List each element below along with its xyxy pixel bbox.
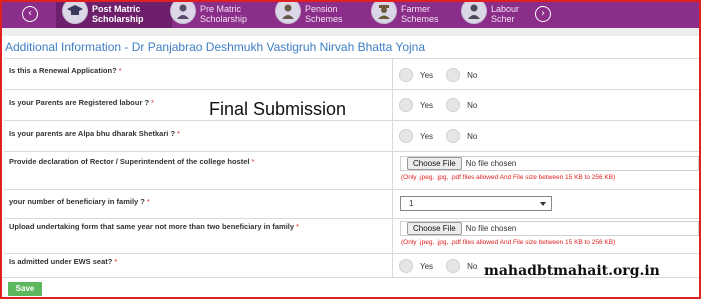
parents-labour-no-radio[interactable] <box>446 98 461 112</box>
parents-labour-radio-group: Yes No <box>399 98 490 112</box>
final-submission-caption: Final Submission <box>209 99 347 119</box>
question-label: Is your Parents are Registered labour ? * <box>9 98 154 107</box>
question-text: Is admitted under EWS seat? <box>9 257 113 266</box>
graduate-icon <box>62 2 88 24</box>
nav-separator <box>2 28 699 36</box>
section-heading: Additional Information - Dr Panjabrao De… <box>5 40 426 54</box>
form-footer <box>2 277 699 297</box>
column-divider <box>392 121 393 151</box>
choose-file-button[interactable]: Choose File <box>407 157 462 170</box>
question-text: Upload undertaking form that same year n… <box>9 222 295 231</box>
nav-label: Farmer Schemes <box>401 4 439 24</box>
nav-next-icon[interactable]: › <box>535 6 551 22</box>
beneficiary-count-select[interactable]: 1 <box>400 196 552 211</box>
file-status: No file chosen <box>465 224 517 233</box>
nav-label: Labour Scher <box>491 4 520 24</box>
radio-label-yes: Yes <box>420 70 434 80</box>
ews-yes-radio[interactable] <box>399 259 413 273</box>
file-size-note: (Only .jpeg, .jpg, .pdf files allowed An… <box>401 174 616 181</box>
nav-item-labour[interactable]: Labour Scher <box>461 2 529 28</box>
nav-item-farmer[interactable]: Farmer Schemes <box>371 2 465 28</box>
alpa-bhu-no-radio[interactable] <box>446 129 461 143</box>
nav-label: Pension Schemes <box>305 4 343 24</box>
question-row-renewal: Is this a Renewal Application? * Yes No <box>4 58 699 89</box>
question-row-beneficiary: your number of beneficiary in family ? * … <box>4 189 699 218</box>
parents-labour-yes-radio[interactable] <box>399 98 413 112</box>
radio-label-yes: Yes <box>420 131 434 141</box>
required-marker: * <box>118 66 122 75</box>
question-label: Provide declaration of Rector / Superint… <box>9 157 254 166</box>
radio-label-no: No <box>467 100 478 110</box>
radio-label-no: No <box>467 261 478 271</box>
required-marker: * <box>114 257 118 266</box>
column-divider <box>392 254 393 277</box>
nav-label: Post Matric Scholarship <box>92 4 144 24</box>
question-row-declaration: Provide declaration of Rector / Superint… <box>4 151 699 189</box>
ews-no-radio[interactable] <box>446 259 461 273</box>
required-marker: * <box>146 197 150 206</box>
question-text: Provide declaration of Rector / Superint… <box>9 157 250 166</box>
choose-file-button[interactable]: Choose File <box>407 222 462 235</box>
question-label: your number of beneficiary in family ? * <box>9 197 150 206</box>
question-label: Upload undertaking form that same year n… <box>9 222 299 231</box>
undertaking-file-input[interactable]: Choose File No file chosen <box>400 221 699 236</box>
column-divider <box>392 59 393 89</box>
chevron-down-icon <box>540 202 546 206</box>
required-marker: * <box>296 222 299 231</box>
renewal-no-radio[interactable] <box>446 68 461 82</box>
scheme-nav-bar: ‹ Post Matric Scholarship Pre Matric Sch… <box>2 2 699 28</box>
file-size-note: (Only .jpeg, .jpg, .pdf files allowed An… <box>401 239 616 246</box>
file-status: No file chosen <box>465 159 517 168</box>
question-label: Is admitted under EWS seat? * <box>9 257 117 266</box>
nav-item-post-matric[interactable]: Post Matric Scholarship <box>56 2 172 28</box>
student-icon <box>170 2 196 24</box>
nav-label: Pre Matric Scholarship <box>200 4 248 24</box>
renewal-radio-group: Yes No <box>399 68 490 82</box>
column-divider <box>392 219 393 253</box>
elder-icon <box>275 2 301 24</box>
radio-label-yes: Yes <box>420 261 434 271</box>
question-text: Is your parents are Alpa bhu dharak Shet… <box>9 129 176 138</box>
question-row-parents-labour: Is your Parents are Registered labour ? *… <box>4 89 699 120</box>
nav-item-pension[interactable]: Pension Schemes <box>275 2 375 28</box>
question-row-alpa-bhu: Is your parents are Alpa bhu dharak Shet… <box>4 120 699 151</box>
save-button[interactable]: Save <box>8 282 42 296</box>
question-label: Is your parents are Alpa bhu dharak Shet… <box>9 129 180 138</box>
labour-icon <box>461 2 487 24</box>
radio-label-no: No <box>467 131 478 141</box>
declaration-file-input[interactable]: Choose File No file chosen <box>400 156 699 171</box>
nav-prev-icon[interactable]: ‹ <box>22 6 38 22</box>
radio-label-yes: Yes <box>420 100 434 110</box>
nav-item-pre-matric[interactable]: Pre Matric Scholarship <box>170 2 278 28</box>
farmer-icon <box>371 2 397 24</box>
column-divider <box>392 90 393 120</box>
renewal-yes-radio[interactable] <box>399 68 413 82</box>
question-text: Is this a Renewal Application? <box>9 66 117 75</box>
select-value: 1 <box>409 199 414 208</box>
alpa-bhu-yes-radio[interactable] <box>399 129 413 143</box>
required-marker: * <box>177 129 180 138</box>
question-text: your number of beneficiary in family ? <box>9 197 145 206</box>
radio-label-no: No <box>467 70 478 80</box>
required-marker: * <box>151 98 154 107</box>
required-marker: * <box>251 157 255 166</box>
question-row-undertaking: Upload undertaking form that same year n… <box>4 218 699 253</box>
alpa-bhu-radio-group: Yes No <box>399 129 490 143</box>
question-text: Is your Parents are Registered labour ? <box>9 98 150 107</box>
site-watermark: mahadbtmahait.org.in <box>484 263 660 279</box>
column-divider <box>392 190 393 218</box>
question-label: Is this a Renewal Application? * <box>9 66 122 75</box>
ews-radio-group: Yes No <box>399 259 490 273</box>
column-divider <box>392 152 393 189</box>
